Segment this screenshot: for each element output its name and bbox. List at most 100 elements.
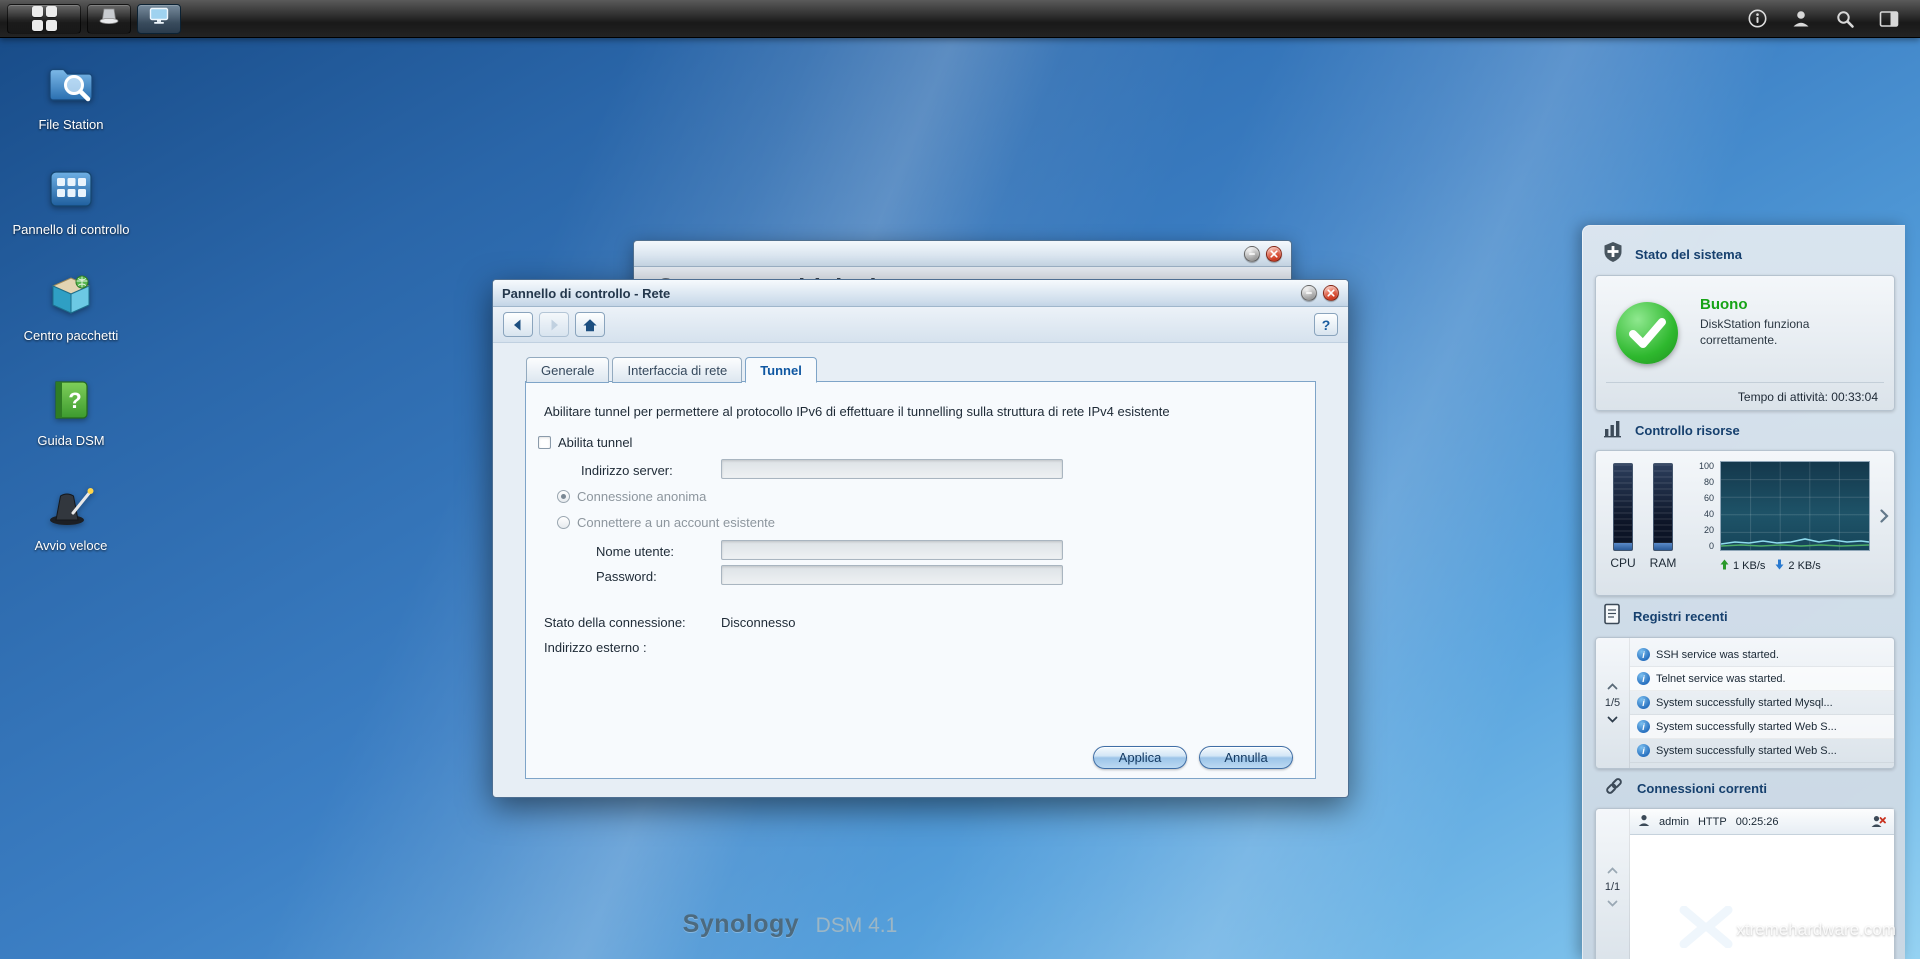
desktop-icon-label: Guida DSM [37, 433, 104, 448]
info-icon[interactable] [1745, 7, 1769, 31]
watermark-text: xtremehardware.com [1736, 920, 1896, 940]
magic-hat-icon [98, 6, 120, 31]
desktop-icon-quick-start[interactable]: Avvio veloce [12, 479, 130, 553]
logs-pager: 1/5 [1596, 638, 1630, 768]
help-button[interactable]: ? [1314, 313, 1338, 336]
taskbar-right-icons [1745, 7, 1913, 31]
status-value: Buono [1700, 296, 1747, 313]
desktop-icon-label: Avvio veloce [35, 538, 108, 553]
kick-user-icon[interactable] [1871, 815, 1886, 828]
synology-logo-text: Synology [683, 910, 800, 938]
status-footer: Tempo di attività: 00:33:04 [1606, 382, 1884, 410]
connection-row: admin HTTP 00:25:26 [1630, 809, 1894, 835]
shield-icon [1603, 241, 1623, 268]
dsm-help-icon: ? [45, 374, 97, 426]
desktop-icon-package-center[interactable]: Centro pacchetti [12, 269, 130, 343]
log-row: Telnet service was started. [1630, 667, 1894, 691]
log-row: System successfully started Web S... [1630, 739, 1894, 763]
logs-page-indicator: 1/5 [1605, 697, 1620, 709]
username-input[interactable] [721, 540, 1063, 560]
taskbar-quick-start-button[interactable] [87, 4, 131, 34]
network-throughput: 1 KB/s 2 KB/s [1720, 559, 1821, 573]
log-row: SSH service was started. [1630, 643, 1894, 667]
desktop-icon-dsm-help[interactable]: ? Guida DSM [12, 374, 130, 448]
existing-account-row: Connettere a un account esistente [557, 515, 775, 530]
back-button[interactable] [503, 312, 533, 337]
dsm-version-text: DSM 4.1 [816, 914, 898, 937]
search-icon[interactable] [1833, 7, 1857, 31]
tab-generale[interactable]: Generale [526, 357, 609, 383]
external-address-label: Indirizzo esterno : [544, 640, 647, 655]
minimize-icon[interactable] [1301, 285, 1317, 301]
desktop-icon-list: File Station Pannello di controllo [12, 58, 130, 554]
system-status-header: Stato del sistema [1603, 241, 1891, 268]
ram-gauge: RAM [1646, 463, 1680, 570]
user-icon [1638, 814, 1650, 830]
anonymous-connection-radio[interactable] [557, 490, 570, 503]
existing-account-label: Connettere a un account esistente [577, 515, 775, 530]
forward-icon [546, 318, 562, 332]
main-menu-button[interactable] [7, 4, 81, 34]
connection-status-label: Stato della connessione: [544, 615, 686, 630]
server-address-label: Indirizzo server: [581, 463, 673, 478]
log-text: System successfully started Web S... [1656, 721, 1837, 733]
chevron-right-icon[interactable] [1880, 509, 1889, 528]
desktop-icon-control-panel[interactable]: Pannello di controllo [12, 163, 130, 237]
info-icon [1637, 648, 1650, 661]
page-down-icon[interactable] [1607, 716, 1618, 723]
system-status-card: Buono DiskStation funziona correttamente… [1595, 275, 1895, 411]
back-icon [510, 318, 526, 332]
download-icon [1775, 559, 1784, 573]
control-panel-network-dialog: Pannello di controllo - Rete ? Generale [492, 279, 1349, 798]
forward-button[interactable] [539, 312, 569, 337]
quick-start-icon [45, 479, 97, 531]
desktop-icon-label: Pannello di controllo [12, 222, 129, 237]
log-row: System successfully started Mysql... [1630, 691, 1894, 715]
taskbar-active-window-button[interactable] [137, 4, 181, 34]
server-address-input[interactable] [721, 459, 1063, 479]
download-value: 2 KB/s [1788, 560, 1820, 572]
enable-tunnel-checkbox[interactable] [538, 436, 551, 449]
log-text: System successfully started Web S... [1656, 745, 1837, 757]
document-icon [1603, 603, 1621, 630]
connections-pager: 1/1 [1596, 809, 1630, 959]
home-button[interactable] [575, 312, 605, 337]
page-down-icon[interactable] [1607, 900, 1618, 907]
close-icon[interactable] [1323, 285, 1339, 301]
tab-tunnel[interactable]: Tunnel [745, 357, 817, 383]
close-icon[interactable] [1266, 246, 1282, 262]
page-up-icon[interactable] [1607, 867, 1618, 874]
page-up-icon[interactable] [1607, 683, 1618, 690]
info-icon [1637, 720, 1650, 733]
anonymous-connection-row: Connessione anonima [557, 489, 706, 504]
cpu-gauge: CPU [1606, 463, 1640, 570]
existing-account-radio[interactable] [557, 516, 570, 529]
desktop-icon-file-station[interactable]: File Station [12, 58, 130, 132]
recent-logs-header: Registri recenti [1603, 603, 1891, 630]
desktop-icon-label: File Station [38, 117, 103, 132]
desktop-icon-label: Centro pacchetti [24, 328, 119, 343]
resource-monitor-header: Controllo risorse [1603, 418, 1891, 443]
uptime-text: Tempo di attività: 00:33:04 [1738, 390, 1878, 404]
status-ok-icon [1616, 302, 1678, 364]
desktop-screen: File Station Pannello di controllo [0, 0, 1920, 959]
user-icon[interactable] [1789, 7, 1813, 31]
home-icon [581, 317, 599, 333]
log-row: System successfully started Web S... [1630, 715, 1894, 739]
apply-button[interactable]: Applica [1093, 746, 1187, 769]
cpu-label: CPU [1606, 556, 1640, 570]
upload-icon [1720, 559, 1729, 573]
dialog-titlebar[interactable]: Pannello di controllo - Rete [493, 280, 1348, 307]
info-icon [1637, 696, 1650, 709]
minimize-icon[interactable] [1244, 246, 1260, 262]
pilot-view-icon[interactable] [1877, 7, 1901, 31]
password-input[interactable] [721, 565, 1063, 585]
connection-status-value: Disconnesso [721, 615, 795, 630]
log-text: SSH service was started. [1656, 649, 1779, 661]
cancel-button[interactable]: Annulla [1199, 746, 1293, 769]
connection-user: admin [1659, 816, 1689, 828]
tab-interfaccia-di-rete[interactable]: Interfaccia di rete [612, 357, 742, 383]
chain-icon [1603, 776, 1625, 801]
storage-window-titlebar [634, 241, 1291, 267]
x-logo-icon [1678, 906, 1734, 953]
